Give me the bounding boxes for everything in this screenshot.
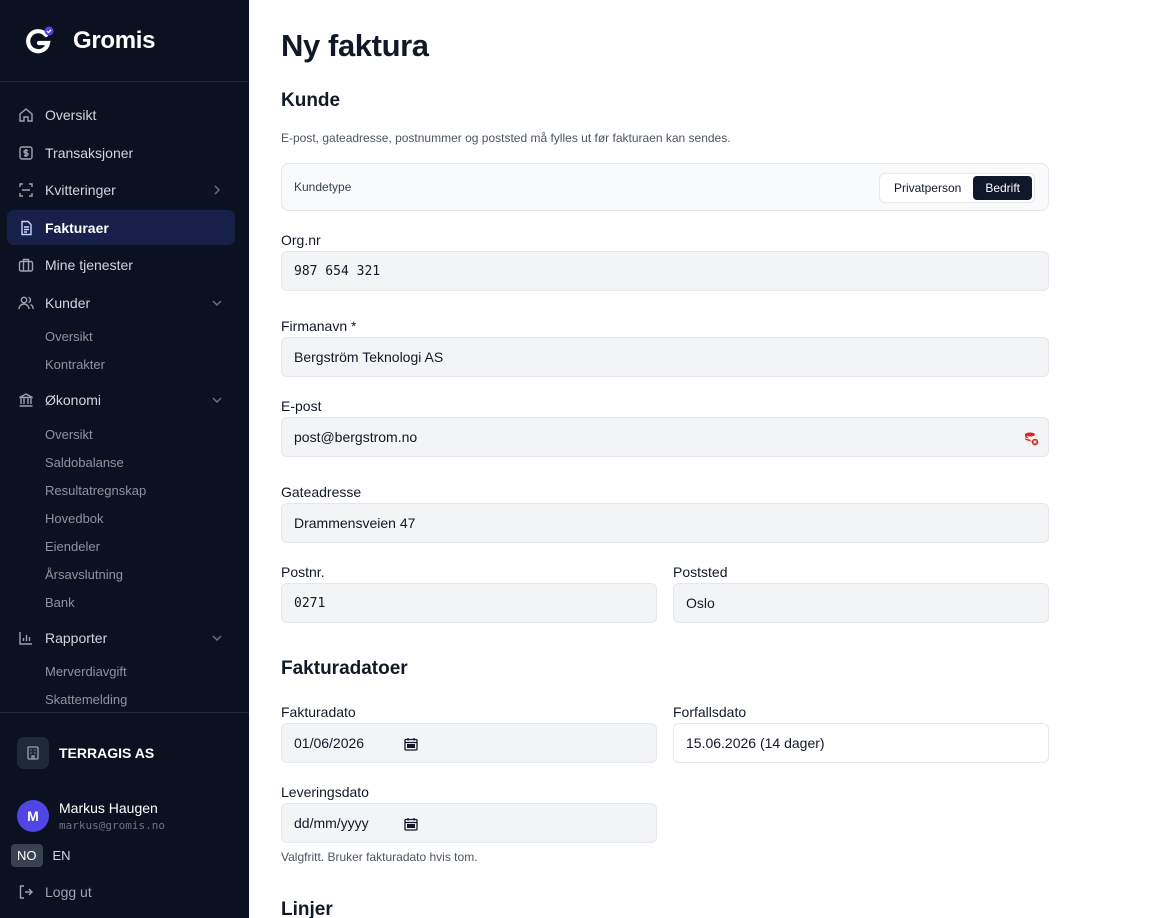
sidebar-item-okonomi[interactable]: Økonomi bbox=[7, 382, 235, 417]
bedrift-option[interactable]: Bedrift bbox=[973, 176, 1032, 200]
sidebar-item-label: Økonomi bbox=[45, 391, 102, 408]
sidebar-item-label: Mine tjenester bbox=[45, 256, 133, 273]
kunde-hint: E-post, gateadresse, postnummer og posts… bbox=[281, 131, 731, 145]
sidebar-subitem-resultatregnskap[interactable]: Resultatregnskap bbox=[45, 483, 146, 498]
home-icon bbox=[17, 106, 35, 124]
avatar: M bbox=[17, 800, 49, 832]
gateadresse-field[interactable]: Drammensveien 47 bbox=[281, 503, 1049, 543]
sidebar-subitem-arsavslutning[interactable]: Årsavslutning bbox=[45, 567, 123, 582]
chevron-down-icon bbox=[211, 393, 223, 405]
sidebar-subitem-merverdiavgift[interactable]: Merverdiavgift bbox=[45, 664, 127, 679]
forfallsdato-label: Forfallsdato bbox=[673, 704, 747, 720]
sidebar-subitem-eiendeler[interactable]: Eiendeler bbox=[45, 539, 100, 554]
sidebar: Gromis Oversikt Transaksjoner Kvittering… bbox=[0, 0, 249, 918]
poststed-label: Poststed bbox=[673, 564, 728, 580]
sidebar-footer: TERRAGIS AS M Markus Haugen markus@gromi… bbox=[0, 712, 249, 900]
leveringsdato-placeholder: dd/mm/yyyy bbox=[294, 815, 369, 831]
postnr-field[interactable]: 0271 bbox=[281, 583, 657, 623]
leveringsdato-label: Leveringsdato bbox=[281, 784, 369, 800]
epost-value: post@bergstrom.no bbox=[294, 429, 418, 445]
sidebar-item-rapporter[interactable]: Rapporter bbox=[7, 620, 235, 655]
sidebar-item-mine-tjenester[interactable]: Mine tjenester bbox=[7, 247, 235, 282]
sidebar-item-label: Kunder bbox=[45, 294, 91, 311]
sidebar-item-fakturaer[interactable]: Fakturaer bbox=[7, 210, 235, 245]
fakturadato-value: 01/06/2026 bbox=[294, 735, 365, 751]
user-name: Markus Haugen bbox=[59, 800, 158, 816]
firmanavn-field[interactable]: Bergström Teknologi AS bbox=[281, 337, 1049, 377]
leveringsdato-field[interactable]: dd/mm/yyyy bbox=[281, 803, 657, 843]
calendar-icon[interactable] bbox=[404, 817, 418, 831]
logout-button[interactable]: Logg ut bbox=[17, 883, 92, 901]
sidebar-item-label: Fakturaer bbox=[45, 219, 109, 236]
gromis-logo-icon bbox=[24, 26, 54, 56]
sidebar-item-kunder[interactable]: Kunder bbox=[7, 285, 235, 320]
document-icon bbox=[17, 219, 35, 237]
language-switcher: NO EN bbox=[11, 844, 81, 867]
sidebar-subitem-kunder-oversikt[interactable]: Oversikt bbox=[45, 329, 93, 344]
fakturadato-field[interactable]: 01/06/2026 bbox=[281, 723, 657, 763]
privatperson-option[interactable]: Privatperson bbox=[882, 176, 973, 200]
fakturadato-label: Fakturadato bbox=[281, 704, 356, 720]
bank-icon bbox=[17, 391, 35, 409]
sidebar-item-oversikt[interactable]: Oversikt bbox=[7, 97, 235, 132]
sidebar-item-label: Oversikt bbox=[45, 106, 97, 123]
org-name: TERRAGIS AS bbox=[59, 745, 155, 761]
logout-label: Logg ut bbox=[45, 884, 92, 900]
lang-no-button[interactable]: NO bbox=[11, 844, 43, 867]
page-title: Ny faktura bbox=[281, 28, 429, 63]
chevron-right-icon bbox=[211, 183, 223, 195]
sidebar-subitem-saldobalanse[interactable]: Saldobalanse bbox=[45, 455, 124, 470]
sidebar-subitem-kontrakter[interactable]: Kontrakter bbox=[45, 357, 105, 372]
main-content: Ny faktura Kunde E-post, gateadresse, po… bbox=[249, 0, 1158, 918]
sidebar-item-label: Transaksjoner bbox=[45, 144, 134, 161]
sidebar-item-transaksjoner[interactable]: Transaksjoner bbox=[7, 135, 235, 170]
kundetype-label: Kundetype bbox=[294, 180, 352, 194]
user-profile[interactable]: M Markus Haugen markus@gromis.no bbox=[17, 800, 165, 832]
sidebar-item-label: Kvitteringer bbox=[45, 181, 116, 198]
users-icon bbox=[17, 294, 35, 312]
sidebar-item-kvitteringer[interactable]: Kvitteringer bbox=[7, 172, 235, 207]
scan-icon bbox=[17, 181, 35, 199]
epost-label: E-post bbox=[281, 398, 322, 414]
postnr-label: Postnr. bbox=[281, 564, 325, 580]
orgnr-label: Org.nr bbox=[281, 232, 321, 248]
sidebar-subitem-okonomi-oversikt[interactable]: Oversikt bbox=[45, 427, 93, 442]
sidebar-subitem-hovedbok[interactable]: Hovedbok bbox=[45, 511, 104, 526]
chevron-down-icon bbox=[211, 631, 223, 643]
logout-icon bbox=[17, 883, 35, 901]
section-title-fakturadatoer: Fakturadatoer bbox=[281, 658, 408, 679]
password-manager-icon[interactable] bbox=[1023, 430, 1039, 446]
gateadresse-label: Gateadresse bbox=[281, 484, 362, 500]
org-switcher[interactable]: TERRAGIS AS bbox=[17, 737, 154, 769]
orgnr-field[interactable]: 987 654 321 bbox=[281, 251, 1049, 291]
sidebar-subitem-bank[interactable]: Bank bbox=[45, 595, 75, 610]
dollar-receipt-icon bbox=[17, 144, 35, 162]
firmanavn-label: Firmanavn * bbox=[281, 318, 357, 334]
sidebar-item-label: Rapporter bbox=[45, 629, 108, 646]
building-icon bbox=[17, 737, 49, 769]
user-email: markus@gromis.no bbox=[59, 819, 165, 832]
lang-en-button[interactable]: EN bbox=[47, 844, 77, 867]
forfallsdato-field[interactable]: 15.06.2026 (14 dager) bbox=[673, 723, 1049, 763]
kundetype-panel: Kundetype Privatperson Bedrift bbox=[281, 163, 1049, 211]
leveringsdato-hint: Valgfritt. Bruker fakturadato hvis tom. bbox=[281, 850, 478, 864]
chevron-down-icon bbox=[211, 296, 223, 308]
calendar-icon[interactable] bbox=[404, 737, 418, 751]
section-title-linjer: Linjer bbox=[281, 899, 333, 918]
brand[interactable]: Gromis bbox=[0, 0, 249, 82]
section-title-kunde: Kunde bbox=[281, 90, 341, 111]
bar-chart-icon bbox=[17, 629, 35, 647]
brand-name: Gromis bbox=[73, 26, 156, 54]
sidebar-subitem-skattemelding[interactable]: Skattemelding bbox=[45, 692, 127, 707]
kundetype-toggle: Privatperson Bedrift bbox=[878, 173, 1035, 203]
poststed-field[interactable]: Oslo bbox=[673, 583, 1049, 623]
epost-field[interactable]: post@bergstrom.no bbox=[281, 417, 1049, 457]
briefcase-icon bbox=[17, 256, 35, 274]
